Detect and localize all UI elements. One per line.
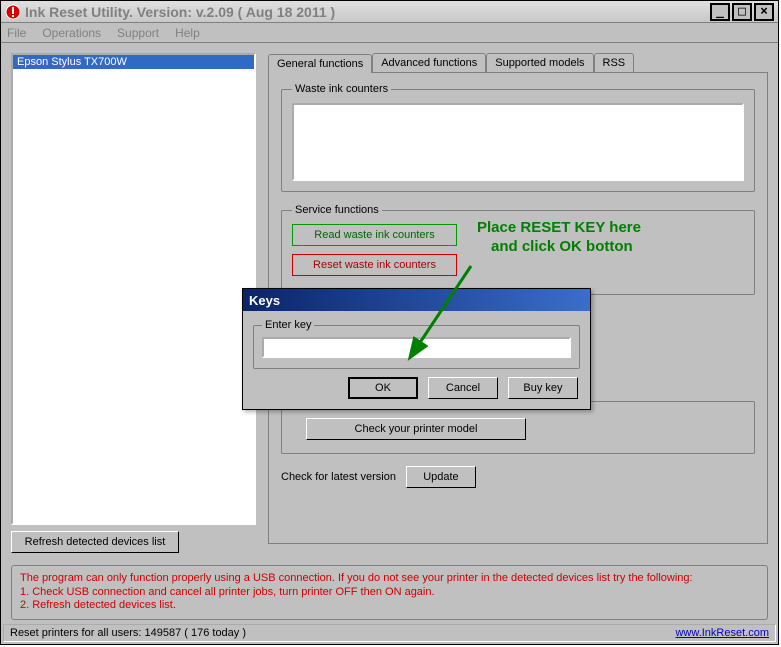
maximize-button[interactable]: □ bbox=[732, 3, 752, 21]
titlebar: Ink Reset Utility. Version: v.2.09 ( Aug… bbox=[1, 1, 778, 23]
waste-ink-legend: Waste ink counters bbox=[292, 83, 391, 95]
device-item-selected[interactable]: Epson Stylus TX700W bbox=[13, 55, 254, 69]
tab-advanced-functions[interactable]: Advanced functions bbox=[372, 53, 486, 72]
waste-ink-textarea[interactable] bbox=[292, 103, 744, 181]
window-title: Ink Reset Utility. Version: v.2.09 ( Aug… bbox=[25, 4, 710, 20]
menu-help[interactable]: Help bbox=[175, 26, 200, 40]
ok-button[interactable]: OK bbox=[348, 377, 418, 399]
minimize-button[interactable]: _ bbox=[710, 3, 730, 21]
update-button[interactable]: Update bbox=[406, 466, 476, 488]
warning-line-1: The program can only function properly u… bbox=[20, 572, 759, 586]
close-button[interactable]: × bbox=[754, 3, 774, 21]
reset-key-input[interactable] bbox=[262, 337, 571, 358]
menu-file[interactable]: File bbox=[7, 26, 26, 40]
menu-operations[interactable]: Operations bbox=[42, 26, 101, 40]
service-functions-group: Service functions Read waste ink counter… bbox=[281, 204, 755, 295]
status-text: Reset printers for all users: 149587 ( 1… bbox=[10, 627, 246, 639]
warning-panel: The program can only function properly u… bbox=[11, 565, 768, 620]
warning-line-2: 1. Check USB connection and cancel all p… bbox=[20, 586, 759, 600]
keys-dialog: Keys Enter key OK Cancel Buy key bbox=[242, 288, 591, 410]
tab-bar: General functions Advanced functions Sup… bbox=[268, 53, 768, 72]
check-latest-label: Check for latest version bbox=[281, 471, 396, 483]
buy-key-button[interactable]: Buy key bbox=[508, 377, 578, 399]
check-latest-row: Check for latest version Update bbox=[281, 466, 755, 488]
enter-key-group: Enter key bbox=[253, 319, 580, 369]
status-link[interactable]: www.InkReset.com bbox=[675, 627, 769, 639]
menu-support[interactable]: Support bbox=[117, 26, 159, 40]
service-functions-legend: Service functions bbox=[292, 204, 382, 216]
app-icon bbox=[5, 4, 21, 20]
waste-ink-group: Waste ink counters bbox=[281, 83, 755, 192]
menubar: File Operations Support Help bbox=[1, 23, 778, 43]
enter-key-legend: Enter key bbox=[262, 319, 314, 331]
reset-waste-ink-button[interactable]: Reset waste ink counters bbox=[292, 254, 457, 276]
warning-line-3: 2. Refresh detected devices list. bbox=[20, 599, 759, 613]
check-printer-model-button[interactable]: Check your printer model bbox=[306, 418, 526, 440]
tab-general-functions[interactable]: General functions bbox=[268, 54, 372, 73]
window-controls: _ □ × bbox=[710, 3, 774, 21]
tab-supported-models[interactable]: Supported models bbox=[486, 53, 593, 72]
read-waste-ink-button[interactable]: Read waste ink counters bbox=[292, 224, 457, 246]
cancel-button[interactable]: Cancel bbox=[428, 377, 498, 399]
tab-rss[interactable]: RSS bbox=[594, 53, 635, 72]
statusbar: Reset printers for all users: 149587 ( 1… bbox=[3, 624, 776, 642]
main-window: Ink Reset Utility. Version: v.2.09 ( Aug… bbox=[0, 0, 779, 645]
device-list[interactable]: Epson Stylus TX700W bbox=[11, 53, 256, 525]
keys-dialog-title[interactable]: Keys bbox=[243, 289, 590, 311]
refresh-devices-button[interactable]: Refresh detected devices list bbox=[11, 531, 179, 553]
